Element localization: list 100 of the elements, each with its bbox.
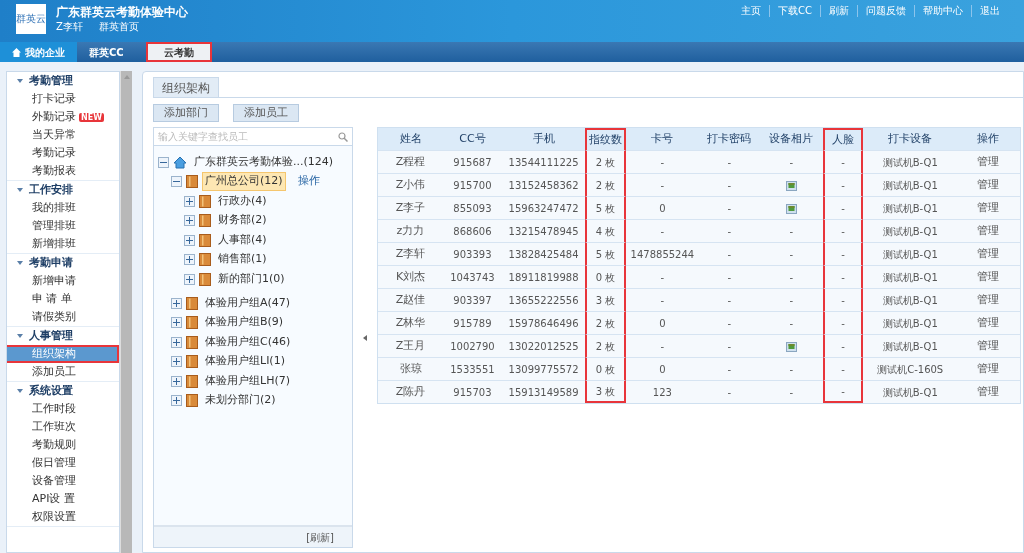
table-cell: 3 枚 bbox=[595, 385, 616, 397]
tree-node[interactable]: 体验用户组LH(7) bbox=[202, 371, 293, 391]
home-link[interactable]: 群英首页 bbox=[98, 20, 139, 34]
sidebar-item[interactable]: 当天异常 bbox=[7, 126, 119, 144]
sidebar-item[interactable]: API设 置 bbox=[7, 490, 119, 508]
tree-node[interactable]: 体验用户组B(9) bbox=[202, 313, 287, 332]
folder-icon bbox=[186, 296, 198, 310]
tree-node[interactable]: 行政办(4) bbox=[215, 191, 270, 211]
add-button[interactable]: 添加员工 bbox=[233, 104, 299, 122]
sidebar-item[interactable]: 申 请 单 bbox=[7, 290, 119, 308]
panel-tab[interactable]: 组织架构 bbox=[153, 77, 219, 97]
plus-icon[interactable] bbox=[184, 273, 195, 285]
sidebar-item[interactable]: 设备管理 bbox=[7, 472, 119, 490]
plus-icon[interactable] bbox=[184, 234, 195, 246]
table-cell: - bbox=[727, 225, 732, 237]
tree-node[interactable]: 未划分部门(2) bbox=[202, 391, 279, 410]
minus-icon[interactable] bbox=[158, 156, 169, 168]
table-cell: - bbox=[841, 225, 845, 237]
table-cell: 903397 bbox=[453, 294, 492, 306]
plus-icon[interactable] bbox=[171, 375, 182, 387]
manage-link[interactable]: 管理 bbox=[977, 269, 1000, 283]
table-cell: z力力 bbox=[396, 223, 425, 237]
sidebar-item[interactable]: 考勤规则 bbox=[7, 436, 119, 454]
manage-link[interactable]: 管理 bbox=[977, 200, 1000, 214]
sidebar-group-title[interactable]: 考勤申请 bbox=[29, 254, 73, 272]
sidebar-group-title[interactable]: 工作安排 bbox=[29, 181, 73, 199]
plus-icon[interactable] bbox=[171, 336, 182, 348]
photo-thumbnail-icon[interactable] bbox=[785, 203, 797, 214]
caret-icon bbox=[17, 261, 23, 265]
sidebar-item[interactable]: 新增排班 bbox=[7, 235, 119, 253]
nav-tab[interactable]: 群英CC bbox=[77, 42, 136, 62]
sidebar-item[interactable]: 考勤记录 bbox=[7, 144, 119, 162]
sidebar-item[interactable]: 添加员工 bbox=[7, 363, 119, 381]
minus-icon[interactable] bbox=[171, 176, 182, 187]
manage-link[interactable]: 管理 bbox=[977, 338, 1000, 352]
collapse-arrow-icon[interactable] bbox=[363, 334, 367, 341]
table-cell: 测试机B-Q1 bbox=[882, 340, 938, 352]
table-cell: - bbox=[841, 317, 845, 329]
table-cell: 0 bbox=[659, 202, 666, 214]
tree-node[interactable]: 体验用户组C(46) bbox=[202, 332, 294, 352]
plus-icon[interactable] bbox=[171, 317, 182, 328]
table-cell: 15913149589 bbox=[508, 386, 579, 398]
manage-link[interactable]: 管理 bbox=[977, 223, 1000, 237]
search-icon[interactable] bbox=[338, 132, 348, 142]
table-cell: - bbox=[841, 248, 845, 260]
manage-link[interactable]: 管理 bbox=[977, 384, 1000, 398]
table-cell: 13544111225 bbox=[508, 156, 579, 168]
sidebar-item[interactable]: 假日管理 bbox=[7, 454, 119, 472]
sidebar-item[interactable]: 权限设置 bbox=[7, 508, 119, 526]
sidebar-item[interactable]: 新增申请 bbox=[7, 272, 119, 290]
plus-icon[interactable] bbox=[171, 356, 182, 367]
plus-icon[interactable] bbox=[171, 297, 182, 309]
sidebar-item[interactable]: 请假类别 bbox=[7, 308, 119, 326]
manage-link[interactable]: 管理 bbox=[977, 154, 1000, 168]
sidebar-item[interactable]: 工作班次 bbox=[7, 418, 119, 436]
folder-icon bbox=[186, 175, 198, 188]
sidebar-item[interactable]: 外勤记录 NEW bbox=[7, 108, 119, 126]
tree-node[interactable]: 销售部(1) bbox=[215, 250, 270, 269]
table-cell: 18911819988 bbox=[508, 271, 579, 283]
table-cell: - bbox=[727, 340, 732, 352]
tree-node[interactable]: 财务部(2) bbox=[215, 211, 270, 230]
table-cell: 13152458362 bbox=[508, 179, 579, 191]
table-cell: - bbox=[789, 386, 794, 398]
table-cell: 15978646496 bbox=[508, 317, 579, 329]
manage-link[interactable]: 管理 bbox=[977, 315, 1000, 329]
table-cell: - bbox=[841, 271, 845, 283]
add-button[interactable]: 添加部门 bbox=[153, 104, 219, 122]
sidebar-group-title[interactable]: 考勤管理 bbox=[29, 72, 73, 90]
table-cell: - bbox=[841, 156, 845, 168]
tree-node[interactable]: 体验用户组A(47) bbox=[202, 293, 294, 313]
plus-icon[interactable] bbox=[184, 215, 195, 226]
plus-icon[interactable] bbox=[184, 195, 195, 207]
manage-link[interactable]: 管理 bbox=[977, 292, 1000, 306]
tree-node[interactable]: 人事部(4) bbox=[215, 230, 270, 250]
manage-link[interactable]: 管理 bbox=[977, 361, 1000, 375]
tree-node[interactable]: 新的部门1(0) bbox=[215, 269, 288, 289]
caret-icon bbox=[17, 79, 23, 83]
sidebar-item[interactable]: 考勤报表 bbox=[7, 162, 119, 180]
plus-icon[interactable] bbox=[171, 395, 182, 406]
table-cell: 123 bbox=[652, 386, 672, 398]
refresh-link[interactable]: [刷新] bbox=[306, 529, 334, 545]
tree-node[interactable]: 广州总公司(12) bbox=[202, 172, 286, 191]
nav-tab[interactable]: 云考勤 bbox=[145, 42, 212, 62]
sidebar-group-title[interactable]: 人事管理 bbox=[29, 327, 73, 345]
sidebar-item[interactable]: 我的排班 bbox=[7, 199, 119, 217]
sidebar-item[interactable]: 管理排班 bbox=[7, 217, 119, 235]
sidebar-group-title[interactable]: 系统设置 bbox=[29, 382, 73, 400]
sidebar-item[interactable]: 打卡记录 bbox=[7, 90, 119, 108]
table-cell: - bbox=[789, 248, 794, 260]
table-cell: Z李子 bbox=[395, 200, 426, 214]
table-cell: Z赵佳 bbox=[395, 292, 426, 306]
manage-link[interactable]: 管理 bbox=[977, 246, 1000, 260]
photo-thumbnail-icon[interactable] bbox=[785, 341, 797, 352]
sidebar-item[interactable]: 工作时段 bbox=[7, 400, 119, 418]
photo-thumbnail-icon[interactable] bbox=[785, 180, 797, 191]
manage-link[interactable]: 管理 bbox=[977, 177, 1000, 191]
plus-icon[interactable] bbox=[184, 254, 195, 265]
tree-node[interactable]: 广东群英云考勤体验...(124) bbox=[191, 152, 337, 172]
tree-node[interactable]: 体验用户组LI(1) bbox=[202, 352, 288, 371]
operate-link[interactable]: 操作 bbox=[297, 173, 320, 190]
